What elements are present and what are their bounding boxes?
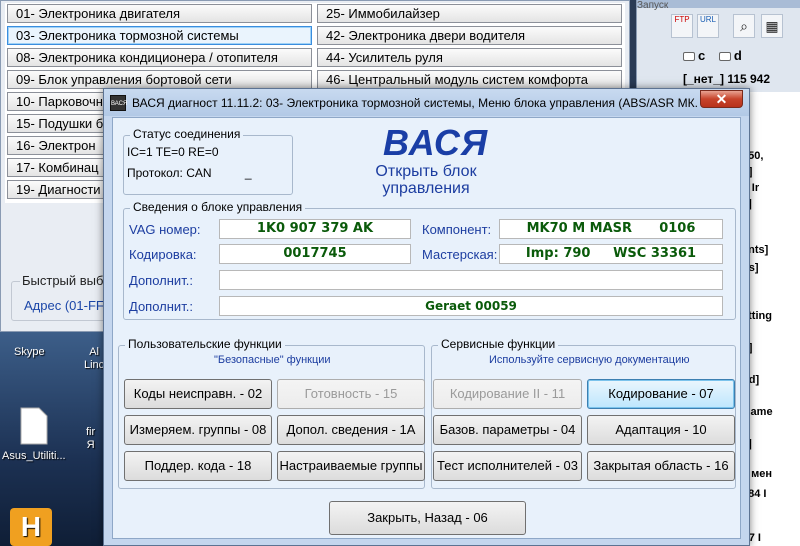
desktop-icon-fir[interactable]: fir Я: [86, 426, 95, 452]
open-control-unit-link[interactable]: Открыть блок управления: [371, 163, 481, 197]
app-icon: ВАСЯ: [110, 95, 127, 111]
vasya-logo: ВАСЯ: [383, 122, 489, 163]
module-44-button[interactable]: 44- Усилитель руля: [317, 48, 622, 67]
service-functions-title: Сервисные функции: [438, 337, 559, 351]
control-unit-info-title: Сведения о блоке управления: [130, 200, 306, 214]
readiness-code-button[interactable]: Поддер. кода - 18: [124, 451, 272, 481]
right-status-line: [_нет_] 115 942: [683, 72, 771, 86]
desktop-icon-linc[interactable]: Al Linc: [84, 346, 104, 372]
desktop-icon-asus-utilities[interactable]: Asus_Utiliti...: [2, 406, 66, 462]
dialog-titlebar[interactable]: ВАСЯ ВАСЯ диагност 11.11.2: 03- Электрон…: [104, 89, 749, 116]
coding-label: Кодировка:: [129, 247, 197, 262]
module-09-button[interactable]: 09- Блок управления бортовой сети: [7, 70, 312, 89]
radio-d[interactable]: d: [718, 48, 742, 63]
extra2-field: Geraet 00059: [219, 296, 723, 316]
login-button[interactable]: Закрытая область - 16: [587, 451, 735, 481]
module-03-button[interactable]: 03- Электроника тормозной системы: [7, 26, 312, 45]
grid-icon[interactable]: ▦: [761, 14, 783, 38]
coding-ii-button[interactable]: Кодирование II - 11: [433, 379, 582, 409]
desktop-background: Skype Al Linc Asus_Utiliti... fir Я H: [0, 330, 120, 546]
component-label: Компонент:: [422, 222, 492, 237]
radio-d-box: [718, 52, 731, 62]
close-icon[interactable]: ✕: [700, 90, 743, 108]
module-46-button[interactable]: 46- Центральный модуль систем комфорта: [317, 70, 622, 89]
coding-button[interactable]: Кодирование - 07: [587, 379, 735, 409]
readiness-button[interactable]: Готовность - 15: [277, 379, 425, 409]
binoculars-icon[interactable]: ⌕: [733, 14, 755, 38]
service-docs-note: Используйте сервисную документацию: [489, 354, 690, 366]
measuring-groups-button[interactable]: Измеряем. группы - 08: [124, 415, 272, 445]
desktop-icon-h-app[interactable]: H: [10, 508, 52, 546]
document-icon: [20, 407, 48, 445]
coding-field: 0017745: [219, 244, 411, 264]
drive-radio-row: c d: [683, 48, 752, 63]
output-tests-button[interactable]: Тест исполнителей - 03: [433, 451, 582, 481]
extra1-label: Дополнит.:: [129, 273, 193, 288]
module-08-button[interactable]: 08- Электроника кондиционера / отопителя: [7, 48, 312, 67]
desktop-icon-skype[interactable]: Skype: [14, 346, 45, 358]
adaptation-button[interactable]: Адаптация - 10: [587, 415, 735, 445]
connection-status-line: IC=1 TE=0 RE=0: [127, 145, 219, 159]
extra-info-button[interactable]: Допол. сведения - 1A: [277, 415, 425, 445]
module-42-button[interactable]: 42- Электроника двери водителя: [317, 26, 622, 45]
custom-groups-button[interactable]: Настраиваемые группы: [277, 451, 425, 481]
service-functions-group: Сервисные функции Используйте сервисную …: [431, 337, 736, 489]
workshop-field: Imp: 790 WSC 33361: [499, 244, 723, 264]
connection-status-group: Статус соединения IC=1 TE=0 RE=0 Протоко…: [123, 127, 293, 195]
component-field: MK70 M MASR 0106: [499, 219, 723, 239]
vag-number-label: VAG номер:: [129, 222, 201, 237]
fault-codes-button[interactable]: Коды неисправн. - 02: [124, 379, 272, 409]
url-icon[interactable]: URL: [697, 14, 719, 38]
module-25-button[interactable]: 25- Иммобилайзер: [317, 4, 622, 23]
right-window-caption: Запуск: [637, 0, 800, 11]
safe-functions-note: "Безопасные" функции: [214, 354, 331, 366]
quick-address-field[interactable]: Адрес (01-FF: [24, 298, 104, 313]
user-functions-group: Пользовательские функции "Безопасные" фу…: [118, 337, 425, 489]
extra2-label: Дополнит.:: [129, 299, 193, 314]
dialog-client-area: Статус соединения IC=1 TE=0 RE=0 Протоко…: [112, 117, 741, 539]
module-01-button[interactable]: 01- Электроника двигателя: [7, 4, 312, 23]
connection-status-title: Статус соединения: [130, 127, 244, 141]
dialog-title: ВАСЯ диагност 11.11.2: 03- Электроника т…: [132, 96, 697, 110]
control-unit-info-group: Сведения о блоке управления VAG номер: 1…: [123, 200, 736, 320]
control-unit-menu-dialog: ВАСЯ ВАСЯ диагност 11.11.2: 03- Электрон…: [103, 88, 750, 546]
workshop-label: Мастерская:: [422, 247, 498, 262]
basic-settings-button[interactable]: Базов. параметры - 04: [433, 415, 582, 445]
quick-select-title: Быстрый выб: [20, 273, 106, 288]
close-back-button[interactable]: Закрыть, Назад - 06: [329, 501, 526, 535]
radio-c[interactable]: c: [683, 48, 705, 63]
user-functions-title: Пользовательские функции: [125, 337, 285, 351]
protocol-line: Протокол: CAN _: [127, 166, 252, 180]
vag-number-field: 1K0 907 379 AK: [219, 219, 411, 239]
ftp-icon[interactable]: FTP: [671, 14, 693, 38]
extra1-field: [219, 270, 723, 290]
radio-c-box: [683, 52, 695, 62]
